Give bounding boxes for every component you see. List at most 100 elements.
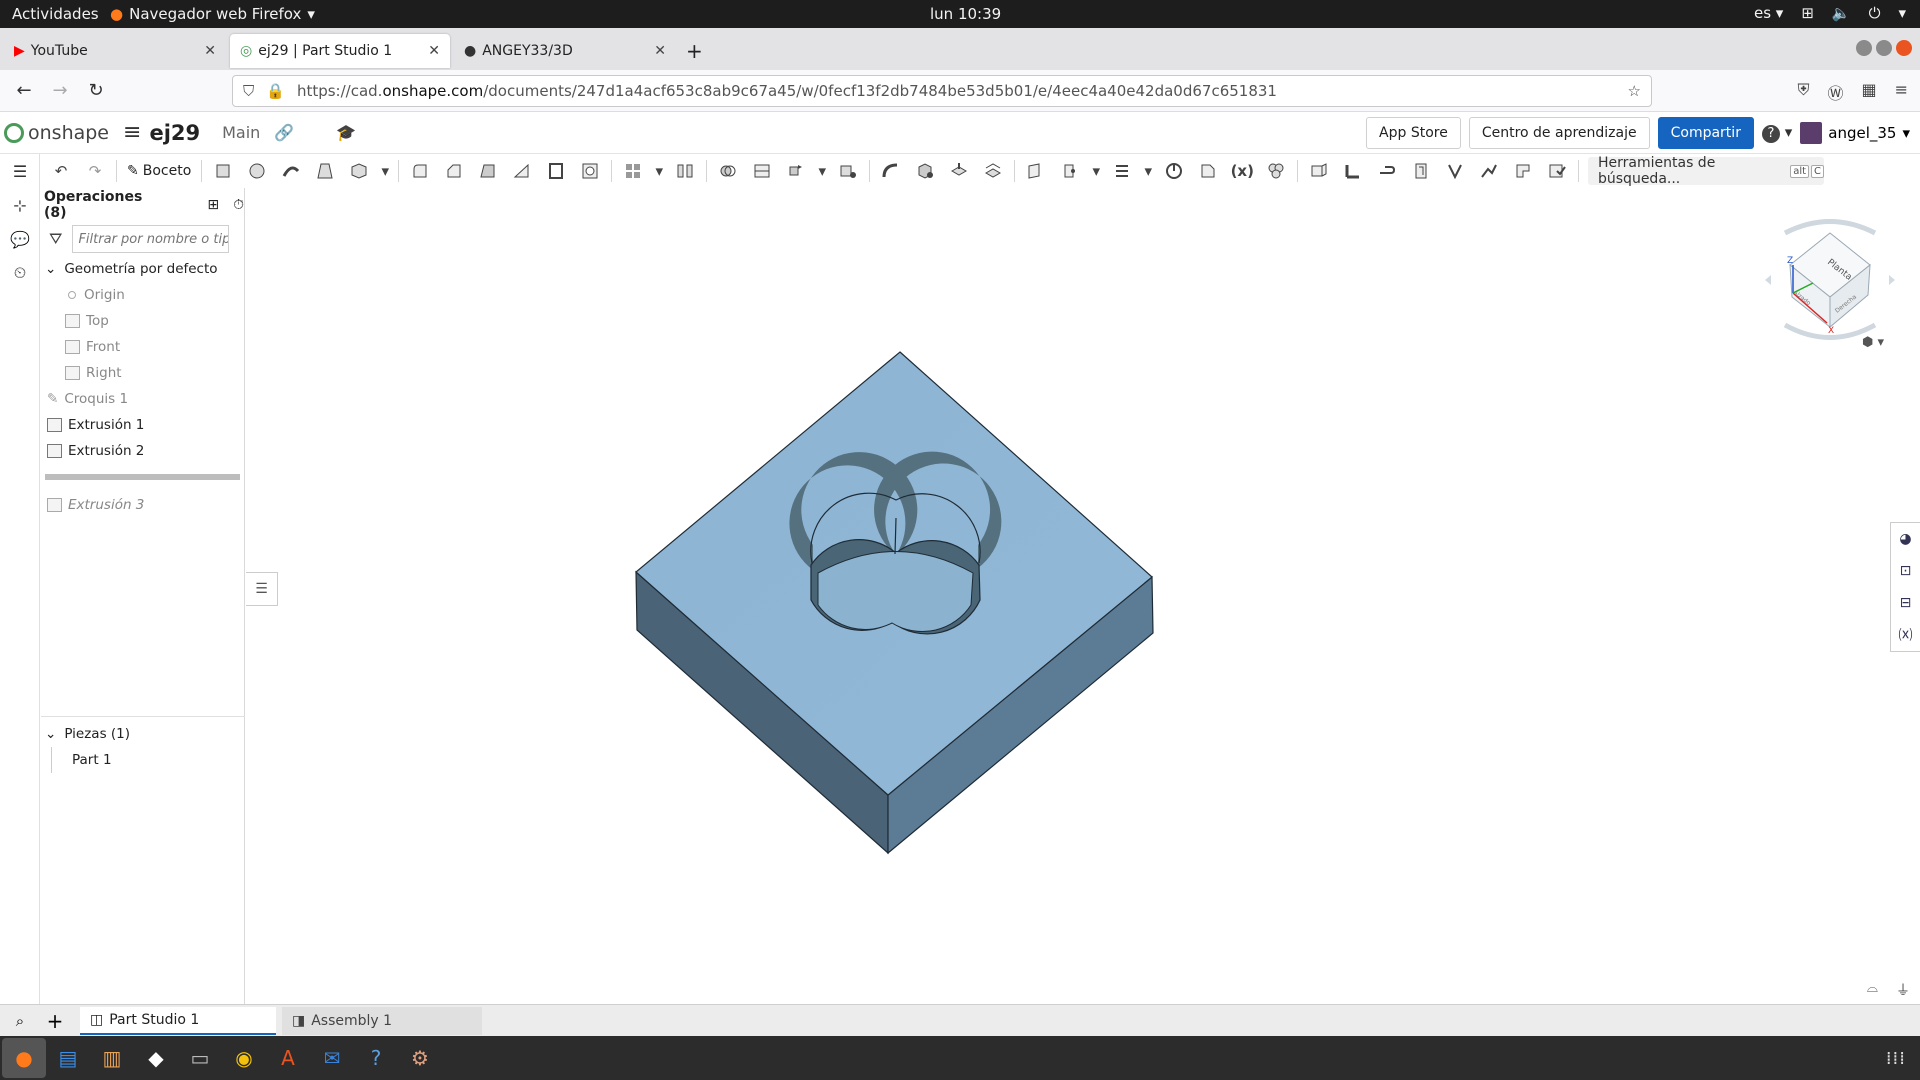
link-icon[interactable]: 🔗 — [274, 123, 294, 142]
feature-extrude-3[interactable]: Extrusión 3 — [41, 492, 244, 518]
user-menu[interactable]: angel_35 ▾ — [1800, 122, 1910, 144]
minimize-icon[interactable] — [1856, 40, 1872, 56]
pattern-icon[interactable] — [620, 160, 646, 182]
file-manager-dock-icon[interactable]: ▭ — [178, 1038, 222, 1078]
plane-icon[interactable] — [1023, 160, 1049, 182]
onshape-logo[interactable]: onshape — [4, 122, 109, 144]
close-window-icon[interactable] — [1896, 40, 1912, 56]
composite-part-icon[interactable] — [1263, 160, 1289, 182]
boolean-icon[interactable] — [715, 160, 741, 182]
delete-part-icon[interactable] — [835, 160, 861, 182]
corner-icon[interactable] — [1510, 160, 1536, 182]
files-dock-icon[interactable]: ▥ — [90, 1038, 134, 1078]
filter-icon[interactable]: ⛛ — [49, 229, 62, 249]
shell-icon[interactable] — [543, 160, 569, 182]
split-icon[interactable] — [749, 160, 775, 182]
activities-button[interactable]: Actividades — [0, 5, 110, 23]
share-button[interactable]: Compartir — [1657, 117, 1754, 149]
part-item[interactable]: Part 1 — [51, 747, 245, 773]
url-text[interactable]: https://cad.onshape.com/documents/247d1a… — [297, 82, 1277, 100]
feature-filter-input[interactable] — [72, 225, 230, 253]
mate-connector-icon[interactable] — [1057, 160, 1083, 182]
feature-plane-right[interactable]: Right — [41, 360, 244, 386]
rollback-bar[interactable] — [45, 474, 240, 480]
default-geometry-group[interactable]: ⌄ Geometría por defecto — [41, 256, 244, 282]
feature-plane-top[interactable]: Top — [41, 308, 244, 334]
tab-assembly[interactable]: ◨ Assembly 1 — [282, 1006, 482, 1035]
wrap-icon[interactable] — [1195, 160, 1221, 182]
rotate-right-icon[interactable] — [1889, 275, 1895, 285]
clock[interactable]: lun 10:39 — [930, 5, 1001, 23]
tab-part-studio[interactable]: ◫ Part Studio 1 — [80, 1006, 276, 1035]
orbit-arc-top-icon[interactable] — [1783, 219, 1877, 236]
sweep-icon[interactable] — [278, 160, 304, 182]
back-icon[interactable]: ← — [6, 80, 42, 101]
sheet-metal-icon[interactable] — [1306, 160, 1332, 182]
document-name[interactable]: ej29 — [149, 121, 200, 145]
extension-w-icon[interactable]: Ⓦ — [1827, 80, 1843, 104]
sketch-button[interactable]: ✎ Boceto — [127, 163, 191, 179]
settings-dock-icon[interactable]: ⚙ — [398, 1038, 442, 1078]
flange-icon[interactable] — [1340, 160, 1366, 182]
chevron-down-icon[interactable]: ▾ — [817, 160, 827, 182]
menu-icon[interactable]: ≡ — [1895, 80, 1908, 104]
feature-origin[interactable]: Origin — [41, 282, 244, 308]
hem-icon[interactable] — [1374, 160, 1400, 182]
finish-sheet-metal-icon[interactable] — [1544, 160, 1570, 182]
help-menu[interactable]: ? ▾ — [1761, 123, 1792, 143]
language-indicator[interactable]: es ▾ — [1754, 4, 1783, 22]
containers-icon[interactable]: ▦ — [1861, 80, 1876, 104]
appearance-icon[interactable]: ◕ — [1891, 523, 1920, 555]
mirror-icon[interactable] — [672, 160, 698, 182]
inkscape-dock-icon[interactable]: ◆ — [134, 1038, 178, 1078]
firefox-dock-icon[interactable]: ● — [2, 1038, 46, 1078]
form-icon[interactable] — [1476, 160, 1502, 182]
app-menu[interactable]: ● Navegador web Firefox ▾ — [110, 5, 315, 23]
chevron-down-icon[interactable]: ▾ — [380, 160, 390, 182]
browser-tab-youtube[interactable]: ▶ YouTube ✕ — [4, 34, 226, 68]
bookmark-star-icon[interactable]: ☆ — [1628, 82, 1641, 100]
tab-icon[interactable] — [1408, 160, 1434, 182]
app-store-button[interactable]: App Store — [1366, 117, 1461, 149]
hamburger-menu-icon[interactable]: ≡ — [123, 120, 141, 145]
chevron-down-icon[interactable]: ▾ — [1143, 160, 1153, 182]
hole-icon[interactable] — [577, 160, 603, 182]
add-folder-icon[interactable]: ⊞ — [207, 197, 219, 213]
close-icon[interactable]: ✕ — [428, 43, 440, 59]
writer-dock-icon[interactable]: ▤ — [46, 1038, 90, 1078]
units-icon[interactable]: ⏚ — [1896, 980, 1910, 1000]
feature-plane-front[interactable]: Front — [41, 334, 244, 360]
feature-extrude-1[interactable]: Extrusión 1 — [41, 412, 244, 438]
browser-tab-github[interactable]: ● ANGEY33/3D ✕ — [454, 34, 676, 68]
help-dock-icon[interactable]: ? — [354, 1038, 398, 1078]
chevron-down-icon[interactable]: ▾ — [1091, 160, 1101, 182]
move-face-icon[interactable] — [946, 160, 972, 182]
tool-search-box[interactable]: Herramientas de búsqueda... alt C — [1588, 155, 1824, 187]
tab-manager-icon[interactable]: ⌕ — [0, 1012, 40, 1030]
parts-group[interactable]: ⌄ Piezas (1) — [41, 721, 245, 747]
chamfer-icon[interactable] — [441, 160, 467, 182]
extrude-icon[interactable] — [210, 160, 236, 182]
shield-icon[interactable]: ⛉ — [243, 82, 254, 100]
replace-face-icon[interactable] — [980, 160, 1006, 182]
add-element-button[interactable]: + — [40, 1009, 70, 1033]
variable-icon[interactable]: (x) — [1229, 160, 1255, 182]
close-icon[interactable]: ✕ — [654, 43, 666, 59]
chevron-down-icon[interactable]: ▾ — [654, 160, 664, 182]
transform-icon[interactable] — [783, 160, 809, 182]
configurations-icon[interactable]: ⊡ — [1891, 555, 1920, 587]
rollback-timer-icon[interactable]: ⏱ — [233, 197, 244, 213]
comments-icon[interactable]: 💬 — [0, 222, 40, 256]
workspace-branch[interactable]: Main — [222, 123, 260, 142]
graduation-cap-icon[interactable]: 🎓 — [336, 123, 356, 142]
rib-icon[interactable] — [509, 160, 535, 182]
redo-icon[interactable]: ↷ — [82, 160, 108, 182]
app-grid-icon[interactable]: ⁞⁞⁞ — [1886, 1048, 1906, 1069]
graphics-viewport[interactable] — [246, 188, 1886, 1004]
feature-extrude-2[interactable]: Extrusión 2 — [41, 438, 244, 464]
pocket-floor[interactable] — [817, 551, 974, 632]
view-cube[interactable]: Planta Alzado Derecha Z X — [1755, 205, 1905, 355]
browser-tab-onshape[interactable]: ◎ ej29 | Part Studio 1 ✕ — [230, 34, 450, 68]
maximize-icon[interactable] — [1876, 40, 1892, 56]
thunderbird-dock-icon[interactable]: ✉ — [310, 1038, 354, 1078]
